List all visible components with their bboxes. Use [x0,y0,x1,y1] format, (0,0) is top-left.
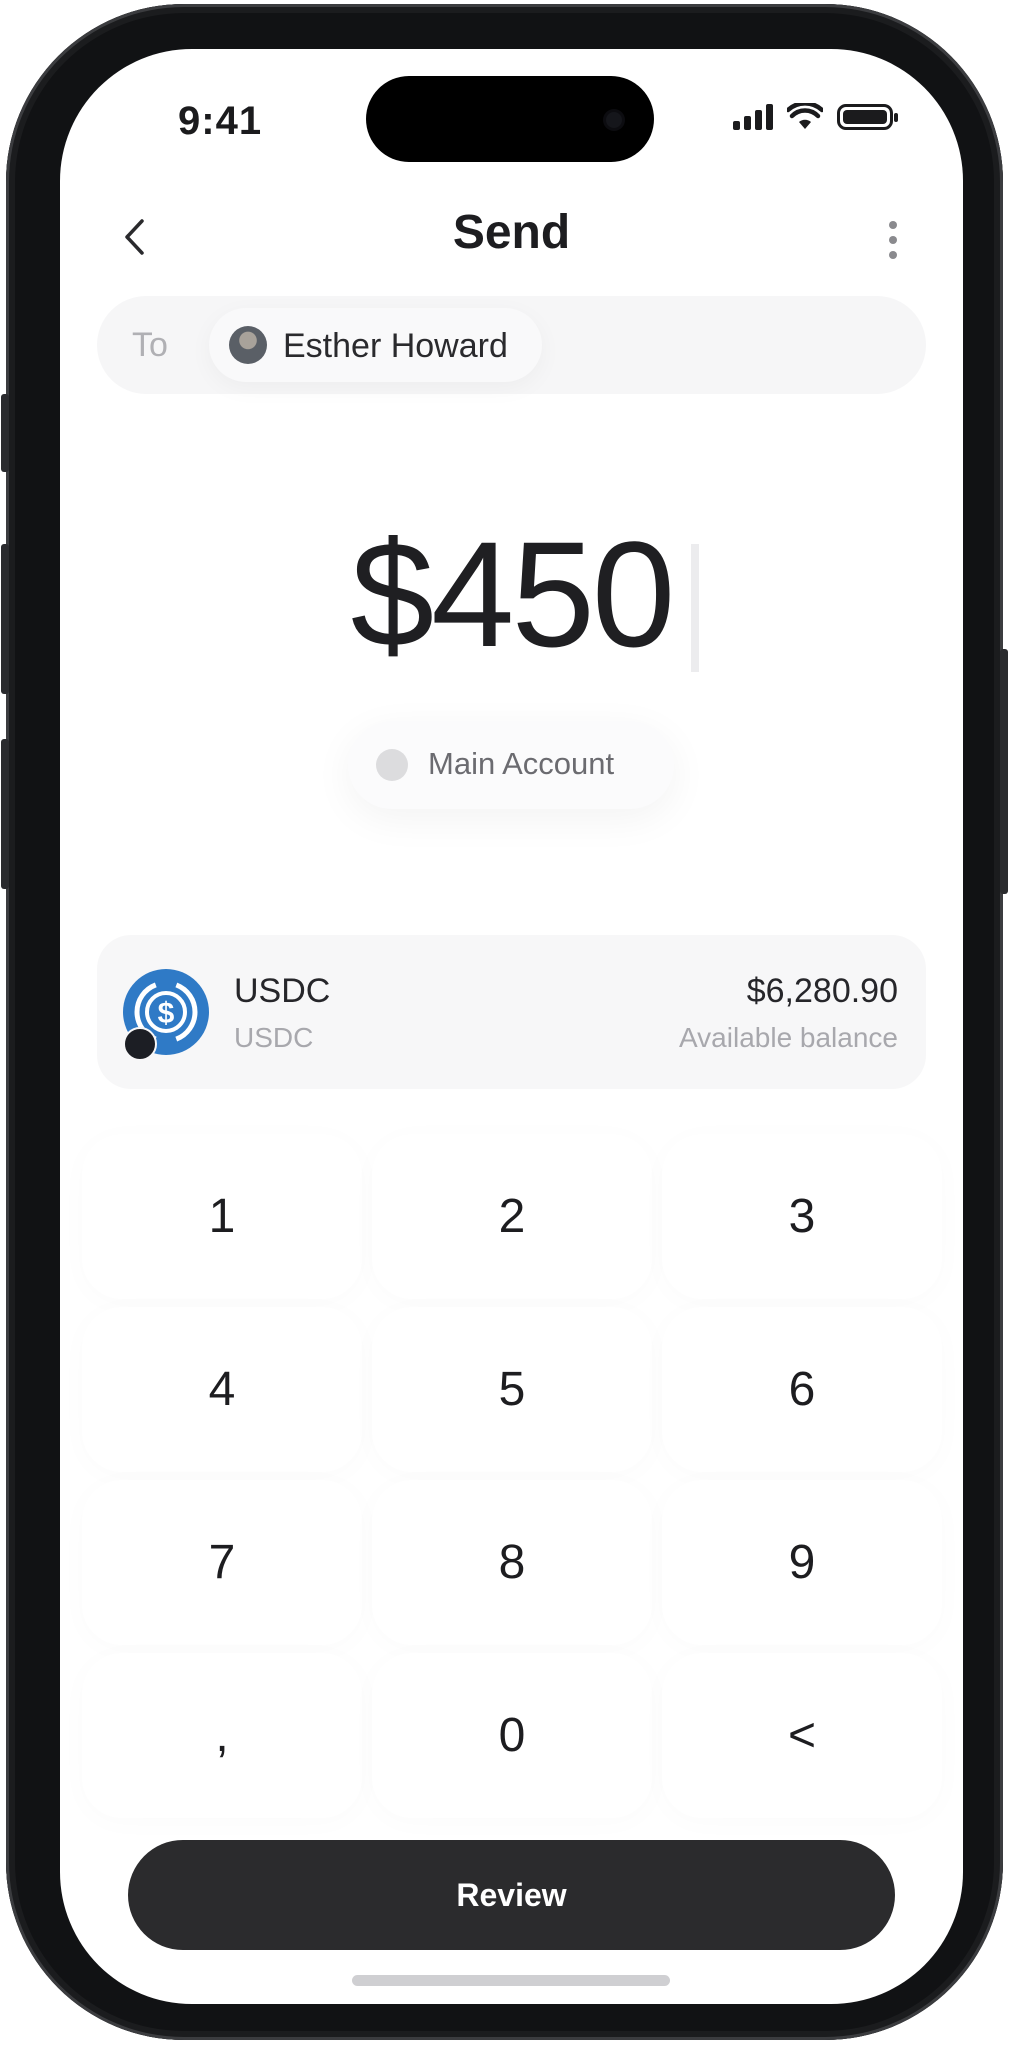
review-button[interactable]: Review [128,1840,895,1950]
balance-label: Available balance [679,1022,898,1053]
avatar [229,326,267,364]
key-0[interactable]: 0 [372,1653,652,1818]
key-7[interactable]: 7 [82,1480,362,1645]
status-icons [733,103,898,131]
account-name: Main Account [428,746,615,781]
camera-icon [606,112,622,128]
more-dots-icon [889,221,897,229]
numeric-keypad: 1 2 3 4 5 6 7 8 9 , 0 < [82,1134,942,1818]
key-2[interactable]: 2 [372,1134,652,1299]
key-5[interactable]: 5 [372,1307,652,1472]
asset-selector[interactable]: $ USDC USDC $6,280.90 Available balance [97,935,926,1089]
app-screen: 9:41 Send To Esther Howard $450 Main Acc… [60,49,963,2004]
key-backspace[interactable]: < [662,1653,942,1818]
volume-up-button [1,544,9,694]
key-3[interactable]: 3 [662,1134,942,1299]
battery-icon [837,104,898,130]
network-badge-icon [123,1027,157,1061]
more-options-button[interactable] [875,213,911,267]
asset-ticker: USDC [234,1022,314,1053]
amount-display[interactable]: $450 [60,519,963,669]
home-indicator[interactable] [352,1975,670,1986]
page-title: Send [452,206,571,259]
wifi-icon [787,103,823,129]
action-button [1,394,9,472]
account-selector[interactable]: Main Account [348,721,674,809]
cellular-signal-icon [733,104,773,130]
asset-balance: $6,280.90 [746,972,898,1010]
phone-frame: 9:41 Send To Esther Howard $450 Main Acc… [1,4,1008,2040]
text-cursor [691,544,699,672]
key-4[interactable]: 4 [82,1307,362,1472]
recipient-name: Esther Howard [283,327,508,365]
account-icon [376,749,408,781]
volume-down-button [1,739,9,889]
asset-name: USDC [234,972,331,1010]
power-button [1000,649,1008,894]
recipient-field[interactable]: To Esther Howard [97,296,926,394]
svg-text:$: $ [158,997,175,1030]
key-6[interactable]: 6 [662,1307,942,1472]
key-1[interactable]: 1 [82,1134,362,1299]
key-8[interactable]: 8 [372,1480,652,1645]
to-label: To [132,326,168,364]
dynamic-island [366,76,654,162]
key-decimal[interactable]: , [82,1653,362,1818]
key-9[interactable]: 9 [662,1480,942,1645]
status-time: 9:41 [178,99,263,143]
recipient-chip[interactable]: Esther Howard [209,308,542,382]
